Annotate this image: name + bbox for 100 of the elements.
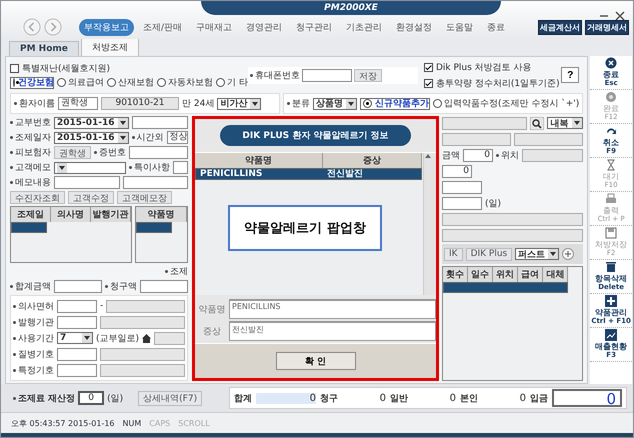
input-field[interactable] <box>173 161 188 174</box>
input-field[interactable] <box>514 132 584 146</box>
menu-item[interactable]: 조제/판매 <box>138 18 188 36</box>
scroll-up-icon[interactable] <box>424 153 432 159</box>
radio-button[interactable]: 산재보험 <box>107 76 154 88</box>
column-header[interactable]: 발행기관 <box>91 207 131 222</box>
input-field[interactable] <box>122 176 188 189</box>
field-label: 조제일자 <box>10 131 51 144</box>
dropdown[interactable]: 2015-01-16 <box>54 116 129 128</box>
input-field[interactable] <box>132 116 188 129</box>
column-header[interactable]: 의사명 <box>51 207 91 222</box>
radio-button[interactable]: 자동차보험 <box>157 76 214 88</box>
form-button[interactable]: 고객수정 <box>68 191 114 204</box>
radio-button[interactable]: 입력약품수정(조제만 수정시 `+') <box>433 98 580 110</box>
input-field[interactable]: 901010-21 <box>101 97 179 110</box>
menu-item[interactable]: 청구관리 <box>291 18 338 36</box>
dropdown[interactable]: 상품명 <box>313 98 357 110</box>
input-field[interactable] <box>442 212 584 226</box>
radio-button[interactable]: 신규약품추가 <box>360 98 430 110</box>
input-field[interactable] <box>57 300 97 312</box>
input-field[interactable] <box>54 280 102 293</box>
radio-button[interactable]: 의료급여 <box>57 76 104 88</box>
confirm-button[interactable]: 확 인 <box>276 352 356 370</box>
detail-field[interactable]: PENICILLINS <box>229 299 436 319</box>
save-button[interactable]: 저장 <box>354 68 382 82</box>
detail-field[interactable]: 전신발진 <box>229 321 436 341</box>
table-row[interactable]: PENICILLINS 전신발진 <box>195 168 422 180</box>
field-label: 휴대폰번호 <box>250 68 300 82</box>
input-field[interactable] <box>442 228 584 242</box>
field-label: 증상 <box>202 326 222 338</box>
save-icon <box>605 227 618 239</box>
field-label: 특이사항 <box>129 161 170 174</box>
number-field[interactable]: 0 <box>463 148 493 162</box>
form-button[interactable]: IK <box>444 248 463 260</box>
menu-item[interactable]: 종료 <box>482 18 510 36</box>
input-field[interactable] <box>140 280 188 293</box>
tab[interactable]: 처방조제 <box>80 38 139 56</box>
number-field[interactable]: 0 <box>442 164 472 178</box>
field-text: - <box>100 301 104 311</box>
home-icon[interactable] <box>142 334 152 342</box>
input-field[interactable] <box>57 316 97 328</box>
scrollbar[interactable] <box>423 153 436 295</box>
radio-button[interactable]: 기 타 <box>216 76 248 88</box>
input-field[interactable] <box>522 148 584 162</box>
menu-item[interactable]: 도움말 <box>441 18 478 36</box>
tab[interactable]: PM Home <box>9 41 79 56</box>
input-field[interactable]: 0 <box>78 391 104 405</box>
field-label: 조제 <box>165 265 188 278</box>
input-field[interactable]: 권학생 <box>58 97 98 110</box>
menu-item[interactable]: 부작용보고 <box>79 18 134 36</box>
search-icon[interactable] <box>530 116 544 130</box>
header-button[interactable]: 거래명세서 <box>585 20 629 34</box>
menu-item[interactable]: 경영관리 <box>241 18 288 36</box>
dropdown[interactable]: 퍼스트 <box>515 248 560 260</box>
checkbox[interactable]: 특별재난(세월호지원) <box>10 62 248 74</box>
add-icon[interactable] <box>562 248 574 260</box>
input-field[interactable] <box>302 68 352 82</box>
header-button[interactable]: 세금계산서 <box>538 20 582 34</box>
input-field[interactable] <box>442 116 528 130</box>
input-field[interactable] <box>106 300 185 312</box>
input-field[interactable] <box>57 364 97 376</box>
back-icon[interactable] <box>23 18 41 36</box>
help-button[interactable]: ? <box>561 67 580 83</box>
total-label: 일반 <box>390 392 408 404</box>
forward-icon[interactable] <box>44 18 62 36</box>
input-field[interactable] <box>442 196 482 210</box>
age-text: 만 24세 <box>182 98 214 110</box>
radio-button[interactable]: 건강보험 <box>10 76 54 88</box>
checkbox[interactable]: Dik Plus 처방검토 사용 <box>424 60 562 74</box>
input-field[interactable] <box>100 364 185 376</box>
form-button[interactable]: 수진자조회 <box>10 191 65 204</box>
dropdown[interactable]: 비가산 <box>217 98 262 110</box>
checkbox[interactable]: 총투약량 정수처리(1일투기준) <box>424 76 562 90</box>
input-field[interactable] <box>442 132 512 146</box>
field-label: 질병기호 <box>13 348 54 360</box>
field-label: 사용기간 <box>13 332 54 344</box>
form-button[interactable]: 권학생 <box>54 146 91 159</box>
print-icon <box>605 193 618 205</box>
input-field[interactable] <box>57 348 97 360</box>
input-field[interactable] <box>100 348 185 360</box>
caret-icon <box>57 162 67 172</box>
dropdown[interactable]: 내복 <box>547 117 584 129</box>
input-field[interactable] <box>54 176 120 189</box>
caret-icon <box>250 98 260 108</box>
close-icon[interactable] <box>615 11 625 21</box>
input-field[interactable] <box>100 316 185 328</box>
form-button[interactable]: 고객메모장 <box>117 191 172 204</box>
dropdown[interactable] <box>54 162 126 174</box>
status-text: NUM <box>122 418 142 428</box>
menu-item[interactable]: 구매재고 <box>191 18 238 36</box>
details-button[interactable]: 상세내역(F7) <box>138 390 202 406</box>
input-field[interactable] <box>442 180 482 194</box>
menu-item[interactable]: 환경설정 <box>391 18 438 36</box>
input-field[interactable] <box>154 332 185 344</box>
field-label: 합계금액 <box>10 280 51 293</box>
dropdown[interactable]: 2015-01-16 <box>54 132 129 144</box>
dropdown[interactable]: 7 <box>57 332 93 344</box>
input-field[interactable] <box>129 146 188 159</box>
menu-item[interactable]: 기초관리 <box>341 18 388 36</box>
form-button[interactable]: DIK Plus <box>466 248 512 260</box>
